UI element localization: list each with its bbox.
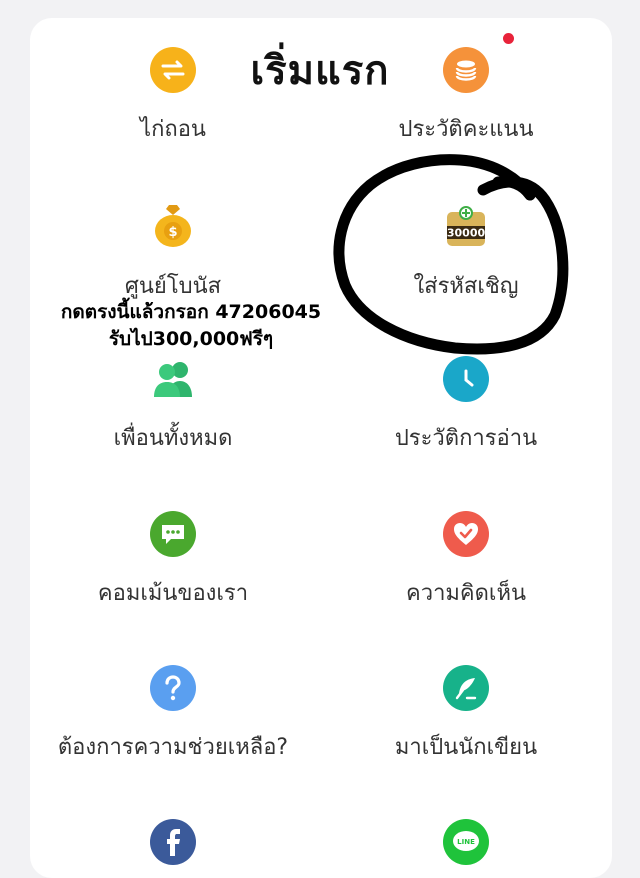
promo-text-line-2: รับไป300,000ฟรีๆ xyxy=(108,328,274,350)
menu-item-all-friends[interactable]: เพื่อนทั้งหมด xyxy=(23,356,323,455)
question-icon xyxy=(150,665,196,711)
promo-text-line-1: กดตรงนี้แล้วกรอก 47206045 xyxy=(60,301,322,323)
friends-icon xyxy=(150,356,196,402)
menu-item-label: ประวัติคะแนน xyxy=(398,117,534,142)
facebook-icon xyxy=(150,819,196,865)
menu-item-points-history[interactable]: ประวัติคะแนน xyxy=(316,47,616,146)
money-bag-icon: $ xyxy=(148,200,198,250)
feedback-heart-icon xyxy=(443,511,489,557)
svg-text:$: $ xyxy=(168,225,177,240)
menu-item-label: คอมเม้นของเรา xyxy=(97,581,249,606)
menu-item-label: เพื่อนทั้งหมด xyxy=(113,426,233,451)
menu-item-label: ใส่รหัสเชิญ xyxy=(413,274,519,299)
menu-item-label: ไก่ถอน xyxy=(140,117,206,142)
coin-stack-icon xyxy=(443,47,489,93)
menu-item-label: ความคิดเห็น xyxy=(406,581,526,606)
menu-item-withdraw[interactable]: ไก่ถอน xyxy=(23,47,323,146)
menu-item-line[interactable]: LINE xyxy=(316,819,616,865)
menu-item-label: มาเป็นนักเขียน xyxy=(394,735,538,760)
menu-item-enter-invite-code[interactable]: 30000 ใส่รหัสเชิญ xyxy=(316,200,616,303)
menu-item-feedback[interactable]: ความคิดเห็น xyxy=(316,511,616,610)
clock-icon xyxy=(443,356,489,402)
line-icon: LINE xyxy=(443,819,489,865)
menu-item-bonus-center[interactable]: $ ศูนย์โบนัส xyxy=(23,200,323,303)
svg-text:30000: 30000 xyxy=(447,227,486,240)
menu-item-label: ศูนย์โบนัส xyxy=(124,274,222,299)
menu-item-reading-history[interactable]: ประวัติการอ่าน xyxy=(316,356,616,455)
menu-item-help[interactable]: ต้องการความช่วยเหลือ? xyxy=(23,665,323,764)
quill-icon xyxy=(443,665,489,711)
menu-item-facebook[interactable] xyxy=(23,819,323,865)
gift-30000-icon: 30000 xyxy=(441,200,491,250)
comment-icon xyxy=(150,511,196,557)
menu-item-become-writer[interactable]: มาเป็นนักเขียน xyxy=(316,665,616,764)
menu-item-label: ประวัติการอ่าน xyxy=(394,426,538,451)
svg-text:LINE: LINE xyxy=(457,838,475,846)
swap-arrows-icon xyxy=(150,47,196,93)
menu-item-my-comments[interactable]: คอมเม้นของเรา xyxy=(23,511,323,610)
menu-item-label: ต้องการความช่วยเหลือ? xyxy=(57,735,289,760)
